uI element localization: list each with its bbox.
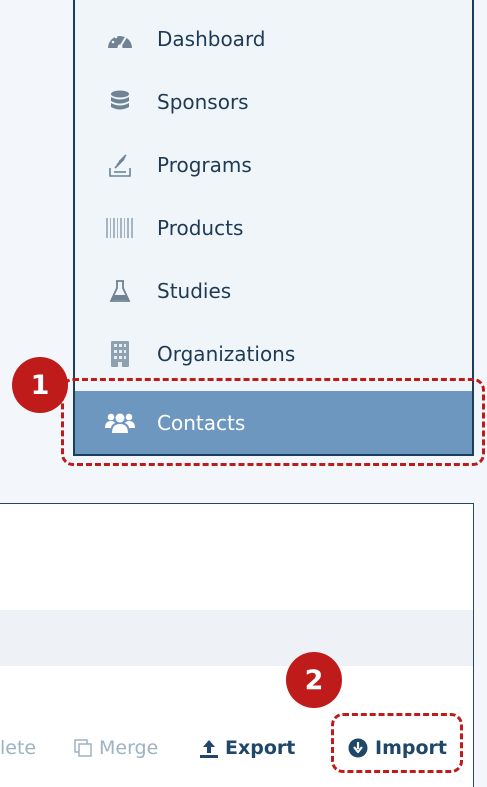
export-label: Export: [225, 737, 296, 759]
export-button[interactable]: Export: [200, 729, 295, 767]
menu-item-studies[interactable]: Studies: [75, 259, 472, 322]
menu-item-dashboard[interactable]: Dashboard: [75, 7, 472, 70]
delete-label: lete: [0, 737, 37, 759]
building-icon: [105, 339, 135, 369]
flask-icon: [105, 276, 135, 306]
highlight-contacts: [61, 378, 485, 466]
inbox-stack-icon: [105, 150, 135, 180]
upload-icon: [200, 739, 218, 758]
dashboard-gauge-icon: [105, 24, 135, 54]
menu-item-label: Dashboard: [157, 26, 266, 51]
merge-label: Merge: [99, 737, 159, 759]
merge-button[interactable]: Merge: [74, 729, 158, 767]
menu-item-label: Products: [157, 215, 244, 240]
highlight-import: [331, 713, 463, 773]
panel-header-band: [0, 610, 473, 666]
menu-item-label: Studies: [157, 278, 232, 303]
step-badge-2: 2: [286, 652, 342, 708]
menu-item-programs[interactable]: Programs: [75, 133, 472, 196]
delete-button[interactable]: lete: [0, 729, 36, 767]
database-icon: [105, 87, 135, 117]
menu-item-organizations[interactable]: Organizations: [75, 322, 472, 385]
menu-item-label: Organizations: [157, 341, 296, 366]
menu-item-sponsors[interactable]: Sponsors: [75, 70, 472, 133]
barcode-icon: [105, 213, 135, 243]
menu-item-label: Programs: [157, 152, 252, 177]
copy-icon: [74, 739, 92, 757]
step-badge-1: 1: [12, 357, 68, 413]
menu-item-products[interactable]: Products: [75, 196, 472, 259]
menu-item-label: Sponsors: [157, 89, 249, 114]
